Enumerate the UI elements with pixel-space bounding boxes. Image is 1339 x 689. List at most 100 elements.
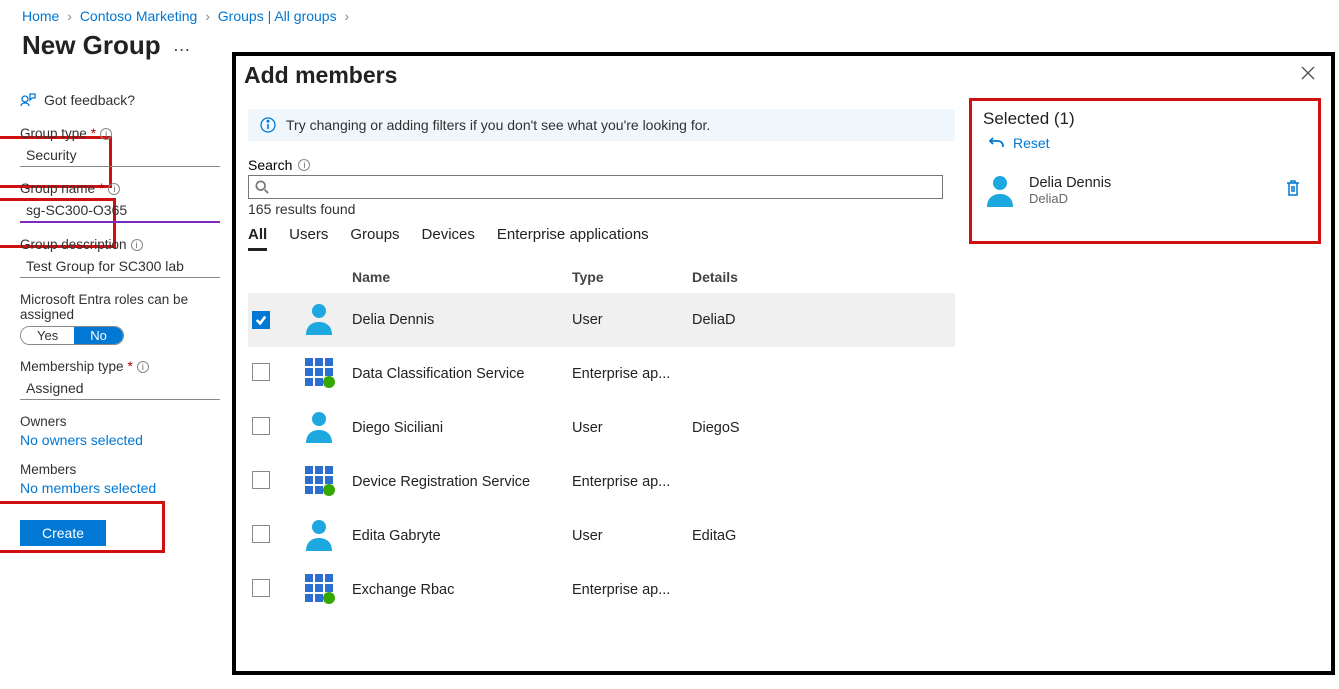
more-menu-icon[interactable]: … (173, 35, 191, 56)
row-name: Device Registration Service (352, 474, 572, 490)
info-text: Try changing or adding filters if you do… (286, 117, 710, 133)
filter-tabs: All Users Groups Devices Enterprise appl… (248, 223, 955, 251)
members-label: Members (20, 462, 232, 477)
toggle-yes[interactable]: Yes (21, 327, 74, 344)
chevron-right-icon: › (67, 8, 72, 24)
info-icon[interactable]: i (131, 239, 143, 251)
search-box[interactable] (248, 175, 943, 199)
info-icon (260, 117, 276, 133)
table-header: Name Type Details (248, 261, 955, 293)
info-icon[interactable]: i (137, 361, 149, 373)
row-checkbox[interactable] (252, 525, 270, 543)
selected-title: Selected (1) (983, 109, 1313, 129)
row-checkbox[interactable] (252, 417, 270, 435)
breadcrumb-contoso[interactable]: Contoso Marketing (80, 8, 198, 24)
toggle-no[interactable]: No (74, 327, 123, 344)
row-checkbox[interactable] (252, 471, 270, 489)
create-button[interactable]: Create (20, 520, 106, 546)
table-row[interactable]: Delia DennisUserDeliaD (248, 293, 955, 347)
member-picker: Try changing or adding filters if you do… (236, 97, 971, 671)
selected-item: Delia DennisDeliaD (983, 169, 1313, 211)
search-label: Search (248, 157, 292, 173)
feedback-label: Got feedback? (44, 92, 135, 108)
tab-groups[interactable]: Groups (350, 223, 399, 251)
tab-enterprise-apps[interactable]: Enterprise applications (497, 223, 649, 251)
breadcrumb: Home › Contoso Marketing › Groups | All … (0, 0, 1339, 28)
selected-panel: Selected (1) Reset Delia DennisDeliaD (971, 97, 1331, 671)
selected-name: Delia Dennis (1029, 175, 1111, 191)
row-checkbox[interactable] (252, 311, 270, 329)
row-type: Enterprise ap... (572, 366, 692, 382)
tab-all[interactable]: All (248, 223, 267, 251)
col-details: Details (692, 269, 951, 285)
page-title: New Group (22, 30, 161, 61)
breadcrumb-home[interactable]: Home (22, 8, 59, 24)
row-name: Diego Siciliani (352, 420, 572, 436)
roles-label: Microsoft Entra roles can be assigned (20, 292, 232, 322)
membership-label: Membership type (20, 359, 124, 374)
info-icon[interactable]: i (298, 159, 310, 171)
user-icon (302, 409, 352, 447)
row-type: Enterprise ap... (572, 582, 692, 598)
close-icon (1301, 66, 1315, 80)
modal-title: Add members (244, 62, 397, 89)
info-bar: Try changing or adding filters if you do… (248, 109, 955, 141)
members-link[interactable]: No members selected (20, 480, 232, 496)
col-type: Type (572, 269, 692, 285)
add-members-panel: Add members Try changing or adding filte… (232, 52, 1335, 675)
required-icon: * (99, 181, 104, 196)
owners-link[interactable]: No owners selected (20, 432, 232, 448)
table-row[interactable]: Exchange RbacEnterprise ap... (248, 563, 955, 617)
row-type: User (572, 528, 692, 544)
group-desc-input[interactable] (20, 255, 220, 278)
new-group-form: Got feedback? Group type * i Group name … (0, 86, 232, 546)
user-icon (302, 517, 352, 555)
row-type: Enterprise ap... (572, 474, 692, 490)
group-name-label: Group name (20, 181, 95, 196)
group-desc-label: Group description (20, 237, 127, 252)
group-type-input[interactable] (20, 144, 220, 167)
row-name: Data Classification Service (352, 366, 572, 382)
row-details: EditaG (692, 528, 951, 544)
feedback-link[interactable]: Got feedback? (20, 92, 232, 108)
table-row[interactable]: Edita GabryteUserEditaG (248, 509, 955, 563)
row-name: Edita Gabryte (352, 528, 572, 544)
row-details: DiegoS (692, 420, 951, 436)
search-input[interactable] (275, 179, 936, 195)
info-icon[interactable]: i (100, 128, 112, 140)
row-details: DeliaD (692, 312, 951, 328)
tab-devices[interactable]: Devices (422, 223, 475, 251)
row-name: Exchange Rbac (352, 582, 572, 598)
tab-users[interactable]: Users (289, 223, 328, 251)
required-icon: * (128, 359, 133, 374)
membership-input[interactable] (20, 377, 220, 400)
row-checkbox[interactable] (252, 579, 270, 597)
table-row[interactable]: Data Classification ServiceEnterprise ap… (248, 347, 955, 401)
table-row[interactable]: Diego SicilianiUserDiegoS (248, 401, 955, 455)
app-icon (302, 463, 352, 501)
chevron-right-icon: › (205, 8, 210, 24)
remove-selected-button[interactable] (1285, 179, 1301, 202)
row-type: User (572, 312, 692, 328)
row-name: Delia Dennis (352, 312, 572, 328)
reset-button[interactable]: Reset (989, 135, 1313, 151)
user-icon (302, 301, 352, 339)
row-type: User (572, 420, 692, 436)
app-icon (302, 355, 352, 393)
breadcrumb-groups[interactable]: Groups | All groups (218, 8, 337, 24)
search-icon (255, 180, 269, 194)
close-button[interactable] (1301, 66, 1315, 85)
app-icon (302, 571, 352, 609)
reset-label: Reset (1013, 135, 1050, 151)
roles-toggle[interactable]: Yes No (20, 326, 124, 345)
results-table[interactable]: Name Type Details Delia DennisUserDeliaD… (248, 261, 955, 671)
table-row[interactable]: Device Registration ServiceEnterprise ap… (248, 455, 955, 509)
results-count: 165 results found (248, 201, 955, 217)
row-checkbox[interactable] (252, 363, 270, 381)
chevron-right-icon: › (344, 8, 349, 24)
group-name-input[interactable] (20, 199, 220, 223)
col-name: Name (352, 269, 572, 285)
selected-sub: DeliaD (1029, 191, 1111, 206)
undo-icon (989, 135, 1005, 151)
info-icon[interactable]: i (108, 183, 120, 195)
